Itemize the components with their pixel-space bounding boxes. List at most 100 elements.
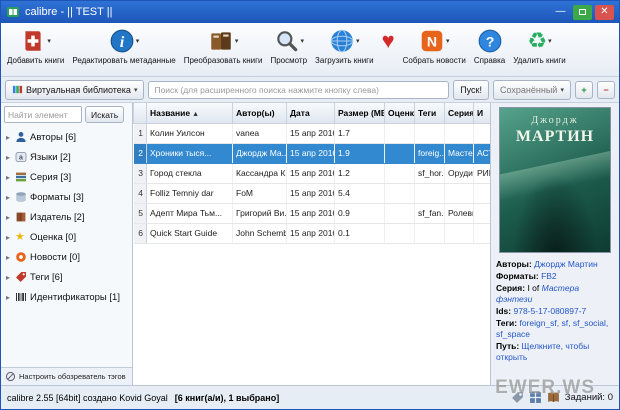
- column-header-rating[interactable]: Оценка: [385, 103, 415, 123]
- svg-text:N: N: [427, 33, 437, 49]
- add-books-icon: [20, 28, 46, 54]
- toolbar-label: Собрать новости: [403, 56, 466, 65]
- view-button[interactable]: ▾ Просмотр: [266, 25, 311, 76]
- column-header-size[interactable]: Размер (МБ): [335, 103, 385, 123]
- cover-author-text: Джордж: [531, 114, 578, 127]
- expander-icon[interactable]: ▸: [4, 193, 12, 202]
- column-header-date[interactable]: Дата: [287, 103, 335, 123]
- toolbar-label: Редактировать метаданные: [72, 56, 175, 65]
- edit-metadata-icon: i: [109, 28, 135, 54]
- column-header-authors[interactable]: Автор(ы): [233, 103, 287, 123]
- expander-icon[interactable]: ▸: [4, 173, 12, 182]
- save-search-button[interactable]: +: [575, 81, 593, 99]
- sidebar-item-publisher[interactable]: ▸ Издатель [2]: [1, 207, 132, 227]
- minimize-button[interactable]: —: [551, 5, 570, 20]
- expander-icon[interactable]: ▸: [4, 213, 12, 222]
- sidebar-item-identifiers[interactable]: ▸ Идентификаторы [1]: [1, 287, 132, 307]
- expander-icon[interactable]: ▸: [4, 153, 12, 162]
- dropdown-arrow-icon[interactable]: ▾: [301, 37, 305, 45]
- saved-search-label: Сохранённый: [500, 85, 557, 95]
- news-pin-icon: [15, 251, 27, 263]
- expander-icon[interactable]: ▸: [4, 293, 12, 302]
- column-header-publisher[interactable]: И: [474, 103, 492, 123]
- globe-icon: [329, 28, 355, 54]
- search-input[interactable]: [148, 81, 449, 99]
- delete-search-button[interactable]: −: [597, 81, 615, 99]
- dropdown-arrow-icon[interactable]: ▾: [356, 37, 360, 45]
- book-cover[interactable]: Джордж МАРТИН: [499, 107, 611, 253]
- convert-books-icon: [208, 28, 234, 54]
- expander-icon[interactable]: ▸: [4, 253, 12, 262]
- dropdown-arrow-icon[interactable]: ▾: [47, 37, 51, 45]
- maximize-button[interactable]: [573, 5, 592, 20]
- app-version-text: calibre 2.55 [64bit] создано Kovid Goyal: [7, 393, 168, 403]
- search-go-button[interactable]: Пуск!: [453, 80, 489, 100]
- isbn-link[interactable]: 978-5-17-080897-7: [514, 306, 587, 316]
- sidebar-item-rating[interactable]: ▸ ★ Оценка [0]: [1, 227, 132, 247]
- dropdown-arrow-icon[interactable]: ▾: [548, 37, 552, 45]
- get-books-button[interactable]: ▾ Загрузить книги: [311, 25, 378, 76]
- sidebar-item-series[interactable]: ▸ Серия [3]: [1, 167, 132, 187]
- table-row[interactable]: 4 Folliz Temniy dar FoM 15 апр 2016 5.4: [134, 183, 492, 203]
- heart-icon: ♥: [382, 28, 395, 54]
- help-button[interactable]: ? Справка: [470, 25, 509, 76]
- field-path: Путь: Щелкните, чтобы открыть: [496, 341, 614, 363]
- virtual-library-button[interactable]: Виртуальная библиотека ▾: [5, 80, 144, 100]
- status-bar: calibre 2.55 [64bit] создано Kovid Goyal…: [1, 385, 619, 409]
- sidebar-item-formats[interactable]: ▸ Форматы [3]: [1, 187, 132, 207]
- dropdown-arrow-icon[interactable]: ▾: [446, 37, 450, 45]
- chevron-down-icon: ▾: [560, 86, 564, 94]
- jobs-indicator[interactable]: Заданий: 0: [565, 392, 613, 403]
- languages-icon: a: [15, 151, 27, 163]
- expander-icon[interactable]: ▸: [4, 133, 12, 142]
- edit-metadata-button[interactable]: i ▾ Редактировать метаданные: [68, 25, 179, 76]
- column-header-title[interactable]: Название▲: [147, 103, 233, 123]
- donate-button[interactable]: ♥: [378, 25, 399, 76]
- toolbar-label: Удалить книги: [513, 56, 566, 65]
- book-details-toggle-icon[interactable]: [547, 391, 560, 404]
- saved-search-combo[interactable]: Сохранённый ▾: [493, 80, 571, 100]
- toolbar-label: Преобразовать книги: [184, 56, 263, 65]
- fetch-news-button[interactable]: N ▾ Собрать новости: [399, 25, 470, 76]
- find-item-button[interactable]: Искать: [85, 106, 124, 123]
- field-series: Серия: I of Мастера фэнтези: [496, 283, 614, 305]
- table-row-selected[interactable]: 2 Хроники тыся... Джордж Ма... 15 апр 20…: [134, 143, 492, 163]
- expander-icon[interactable]: ▸: [4, 273, 12, 282]
- toolbar-label: Справка: [474, 56, 505, 65]
- configure-tag-browser-button[interactable]: Настроить обозреватель тэгов: [1, 367, 132, 385]
- sort-asc-icon: ▲: [192, 111, 199, 118]
- sidebar-item-tags[interactable]: ▸ Теги [6]: [1, 267, 132, 287]
- cover-grid-toggle-icon[interactable]: [529, 391, 542, 404]
- configure-label: Настроить обозреватель тэгов: [19, 372, 126, 381]
- close-button[interactable]: ✕: [595, 5, 614, 20]
- field-formats: Форматы: FB2: [496, 271, 614, 282]
- recycle-icon: ♻: [527, 28, 547, 54]
- news-icon: N: [419, 28, 445, 54]
- column-header-tags[interactable]: Теги: [415, 103, 445, 123]
- row-number-header: [134, 103, 147, 123]
- authors-icon: [15, 131, 27, 143]
- column-header-series[interactable]: Серия: [445, 103, 474, 123]
- remove-books-button[interactable]: ♻ ▾ Удалить книги: [509, 25, 570, 76]
- table-row[interactable]: 3 Город стекла Кассандра К... 15 апр 201…: [134, 163, 492, 183]
- expander-icon[interactable]: ▸: [4, 233, 12, 242]
- table-row[interactable]: 6 Quick Start Guide John Schember 15 апр…: [134, 223, 492, 243]
- tag-icon: [15, 271, 27, 283]
- main-area: Искать ▸ Авторы [6] ▸ a Языки [2] ▸ Сери…: [1, 103, 619, 385]
- sidebar-item-languages[interactable]: ▸ a Языки [2]: [1, 147, 132, 167]
- sidebar-item-news[interactable]: ▸ Новости [0]: [1, 247, 132, 267]
- sidebar-item-authors[interactable]: ▸ Авторы [6]: [1, 127, 132, 147]
- table-row[interactable]: 1 Колин Уилсон vanea 15 апр 2016 1.7: [134, 123, 492, 143]
- table-row[interactable]: 5 Адепт Мира Тьм... Григорий Ви... 15 ап…: [134, 203, 492, 223]
- tag-browser-toggle-icon[interactable]: [511, 391, 524, 404]
- dropdown-arrow-icon[interactable]: ▾: [235, 37, 239, 45]
- format-link[interactable]: FB2: [541, 271, 557, 281]
- dropdown-arrow-icon[interactable]: ▾: [136, 37, 140, 45]
- svg-text:i: i: [120, 32, 125, 50]
- authors-link[interactable]: Джордж Мартин: [534, 259, 598, 269]
- book-count-text: [6 книг(а/и), 1 выбрано]: [175, 393, 279, 403]
- find-item-input[interactable]: [4, 106, 82, 123]
- add-books-button[interactable]: ▾ Добавить книги: [3, 25, 68, 76]
- convert-books-button[interactable]: ▾ Преобразовать книги: [180, 25, 267, 76]
- window-title: calibre - || TEST ||: [25, 6, 112, 18]
